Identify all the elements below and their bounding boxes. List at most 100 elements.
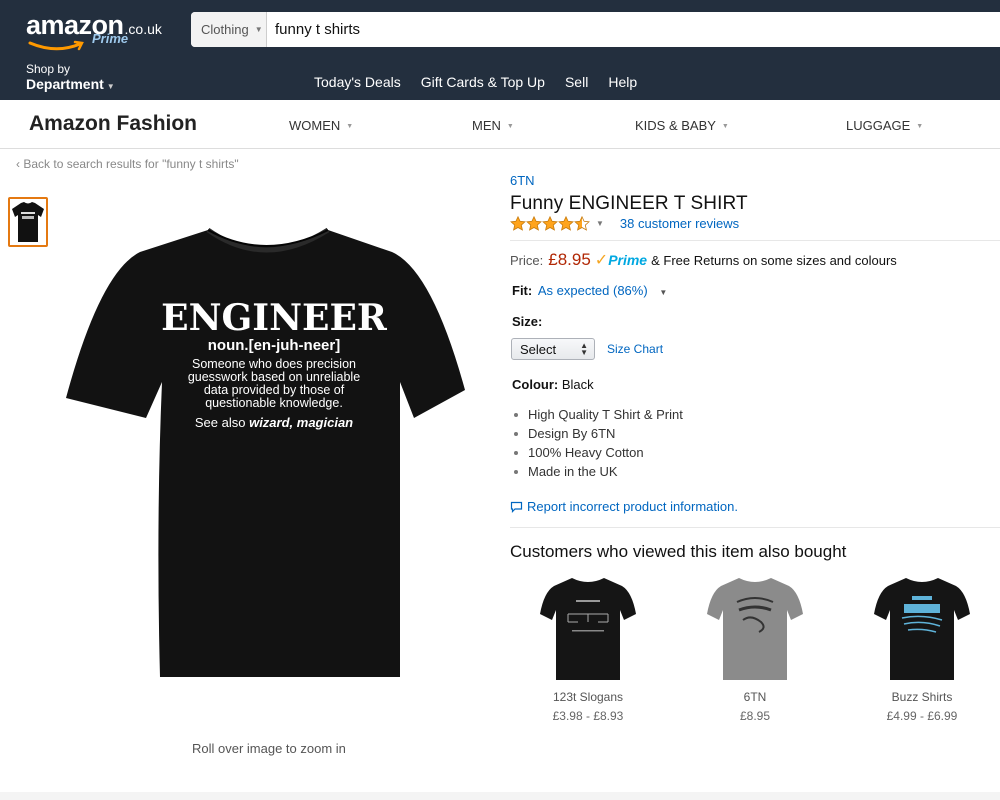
report-incorrect-info-link[interactable]: Report incorrect product information. — [510, 499, 738, 514]
list-item: 100% Heavy Cotton — [514, 443, 683, 462]
star-half-icon — [574, 216, 590, 231]
size-label: Size: — [512, 314, 543, 329]
search-input[interactable] — [267, 13, 1000, 46]
chevron-down-icon: ▼ — [506, 123, 514, 130]
shirt-print-definition-line: data provided by those of — [204, 383, 345, 397]
star-full-icon — [542, 216, 558, 231]
shirt-print-pronunciation: noun.[en-juh-neer] — [208, 337, 340, 354]
bullet-dot — [514, 469, 518, 474]
size-chart-link[interactable]: Size Chart — [607, 342, 663, 356]
shop-by-label: Shop by — [26, 62, 71, 76]
colour-info: Colour: Black — [512, 377, 594, 392]
feature-bullets: High Quality T Shirt & Print Design By 6… — [514, 405, 683, 481]
bullet-dot — [514, 431, 518, 436]
image-zoom-hint: Roll over image to zoom in — [192, 741, 346, 756]
shirt-print-see-also-prefix: See also — [195, 415, 249, 430]
product-thumbnail[interactable] — [8, 197, 48, 247]
back-link-label: Back to search results for "funny t shir… — [23, 157, 239, 171]
prime-badge: Prime — [608, 252, 648, 268]
department-label: Department — [26, 76, 104, 92]
recommendation-price: £8.95 — [739, 709, 771, 723]
feature-text: Made in the UK — [528, 464, 618, 479]
divider — [510, 527, 1000, 528]
star-full-icon — [510, 216, 526, 231]
chevron-down-icon: ▼ — [346, 123, 354, 130]
size-dropdown-value: Select — [520, 341, 557, 357]
recommendation-image[interactable] — [852, 572, 992, 684]
logo-domain: .co.uk — [124, 21, 162, 37]
nav-link-gift-cards[interactable]: Gift Cards & Top Up — [421, 74, 545, 90]
logo-prime: Prime — [92, 31, 129, 46]
product-title: Funny ENGINEER T SHIRT — [510, 193, 748, 214]
chevron-down-icon: ▼ — [254, 25, 263, 34]
star-full-icon — [526, 216, 542, 231]
fashion-nav-men[interactable]: MEN ▼ — [472, 118, 514, 133]
fashion-title[interactable]: Amazon Fashion — [29, 112, 197, 136]
bullet-dot — [514, 412, 518, 417]
header-nav: Today's Deals Gift Cards & Top Up Sell H… — [314, 74, 657, 90]
price-value: £8.95 — [548, 250, 591, 269]
price-row: Price: £8.95 ✓ Prime & Free Returns on so… — [510, 250, 897, 270]
chevron-down-icon: ▼ — [106, 82, 115, 91]
shirt-print-definition-line: Someone who does precision — [192, 357, 356, 371]
recommendation-image[interactable] — [518, 572, 658, 684]
speech-bubble-icon — [510, 501, 523, 513]
price-label: Price: — [510, 253, 544, 268]
free-returns-text: & Free Returns on some sizes and colours — [651, 253, 897, 268]
report-link-label: Report incorrect product information. — [527, 499, 738, 514]
bullet-dot — [514, 450, 518, 455]
fashion-nav-luggage[interactable]: LUGGAGE ▼ — [846, 118, 923, 133]
feature-text: Design By 6TN — [528, 426, 616, 441]
back-to-results-link[interactable]: ‹ Back to search results for "funny t sh… — [16, 157, 239, 171]
top-header: amazon.co.uk Prime Clothing ▼ Shop by De… — [0, 0, 1000, 100]
prime-check-icon: ✓ — [594, 252, 609, 269]
nav-link-help[interactable]: Help — [608, 74, 637, 90]
colour-label: Colour: — [512, 377, 559, 392]
fashion-nav-bar: Amazon Fashion WOMEN ▼ MEN ▼ KIDS & BABY ▼ … — [0, 100, 1000, 149]
recommendation-name[interactable]: Buzz Shirts — [852, 690, 992, 704]
shirt-print-definition-line: questionable knowledge. — [205, 396, 343, 410]
amazon-logo[interactable]: amazon.co.uk Prime — [26, 10, 162, 51]
fashion-nav-women[interactable]: WOMEN ▼ — [289, 118, 353, 133]
shop-by-department-menu[interactable]: Shop by Department ▼ — [26, 62, 115, 94]
fashion-nav-label: LUGGAGE — [846, 118, 911, 133]
shirt-print-headline: ENGINEER — [161, 297, 388, 339]
logo-smile-icon — [28, 40, 84, 51]
chevron-down-icon[interactable]: ▼ — [659, 288, 667, 297]
recommendation-name[interactable]: 6TN — [685, 690, 825, 704]
page-footer-strip — [0, 792, 1000, 800]
brand-link[interactable]: 6TN — [510, 173, 535, 188]
shirt-print-see-also: See also wizard, magician — [195, 415, 353, 430]
recommendation-item[interactable]: 6TN £8.95 — [685, 572, 825, 723]
fashion-nav-kids-baby[interactable]: KIDS & BABY ▼ — [635, 118, 729, 133]
feature-text: 100% Heavy Cotton — [528, 445, 644, 460]
recommendation-item[interactable]: 123t Slogans £3.98 - £8.93 — [518, 572, 658, 723]
fashion-nav-label: MEN — [472, 118, 501, 133]
tshirt-image — [707, 578, 803, 680]
star-full-icon — [558, 216, 574, 231]
colour-value: Black — [561, 377, 594, 392]
tshirt-image — [874, 578, 970, 680]
search-category-dropdown[interactable]: Clothing ▼ — [191, 12, 267, 47]
tshirt-main-image: ENGINEER noun.[en-juh-neer] Someone who … — [66, 227, 465, 677]
recommendation-image[interactable] — [685, 572, 825, 684]
recommendation-name[interactable]: 123t Slogans — [518, 690, 658, 704]
size-dropdown[interactable]: Select ▲ ▼ — [511, 338, 595, 360]
feature-text: High Quality T Shirt & Print — [528, 407, 683, 422]
fit-info: Fit: As expected (86%) ▼ — [512, 283, 667, 298]
star-rating[interactable] — [510, 216, 590, 231]
updown-arrows-icon: ▲ ▼ — [580, 341, 588, 357]
chevron-down-icon[interactable]: ▼ — [596, 219, 604, 228]
chevron-down-icon: ▼ — [721, 123, 729, 130]
nav-link-todays-deals[interactable]: Today's Deals — [314, 74, 401, 90]
tshirt-image — [540, 578, 636, 680]
recommendation-item[interactable]: Buzz Shirts £4.99 - £6.99 — [852, 572, 992, 723]
chevron-down-icon: ▼ — [916, 123, 924, 130]
list-item: Made in the UK — [514, 462, 683, 481]
nav-link-sell[interactable]: Sell — [565, 74, 588, 90]
customer-reviews-link[interactable]: 38 customer reviews — [620, 216, 739, 231]
fit-value-link[interactable]: As expected (86%) — [538, 283, 648, 298]
divider — [510, 240, 1000, 241]
recommendation-price: £4.99 - £6.99 — [886, 709, 958, 723]
main-product-image[interactable]: ENGINEER noun.[en-juh-neer] Someone who … — [60, 222, 470, 682]
